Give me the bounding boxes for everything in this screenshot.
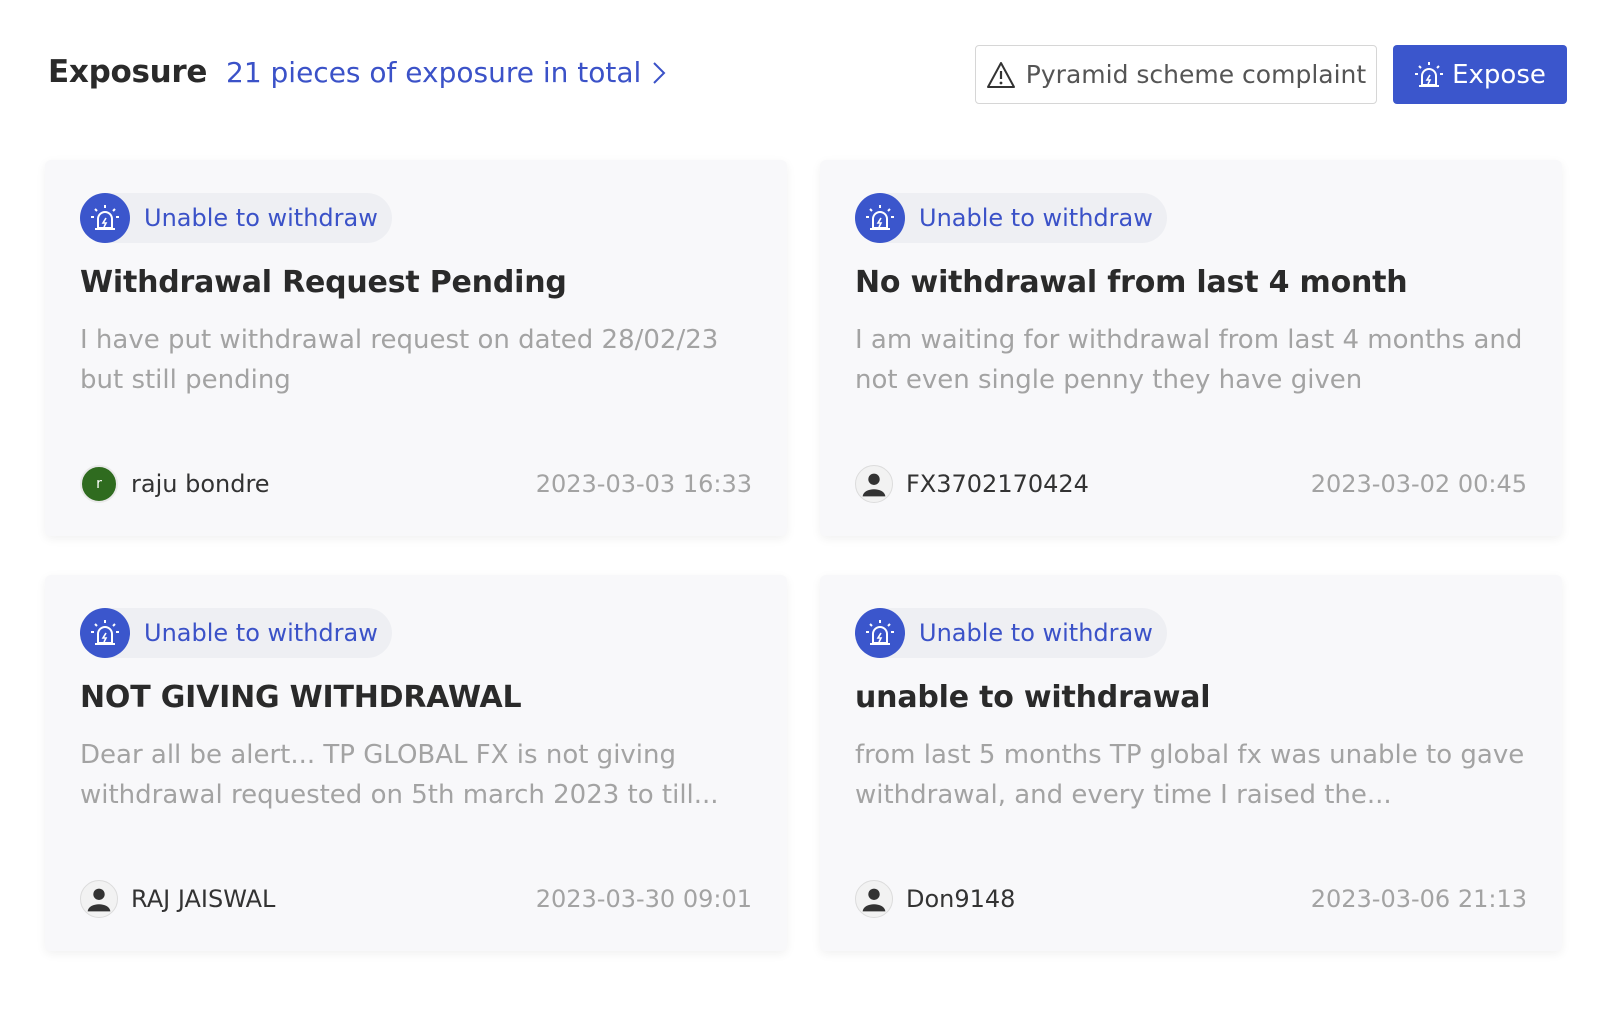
card-author: Don9148 bbox=[855, 879, 1015, 919]
card-title: Withdrawal Request Pending bbox=[80, 265, 567, 300]
author-name: FX3702170424 bbox=[906, 470, 1089, 498]
avatar: r bbox=[80, 465, 118, 503]
exposure-card[interactable]: Unable to withdraw NOT GIVING WITHDRAWAL… bbox=[45, 575, 787, 951]
card-author: FX3702170424 bbox=[855, 464, 1089, 504]
user-avatar-icon bbox=[80, 880, 118, 918]
category-tag-label: Unable to withdraw bbox=[919, 204, 1153, 232]
category-tag-label: Unable to withdraw bbox=[144, 204, 378, 232]
category-tag: Unable to withdraw bbox=[80, 193, 392, 243]
expose-button-label: Expose bbox=[1452, 59, 1546, 90]
total-exposure-label: 21 pieces of exposure in total bbox=[226, 56, 642, 89]
alarm-icon bbox=[855, 608, 905, 658]
complaint-button-label: Pyramid scheme complaint bbox=[1025, 60, 1367, 89]
exposure-card[interactable]: Unable to withdraw Withdrawal Request Pe… bbox=[45, 160, 787, 536]
card-description: I have put withdrawal request on dated 2… bbox=[80, 325, 719, 395]
card-description: Dear all be alert... TP GLOBAL FX is not… bbox=[80, 740, 719, 810]
category-tag-label: Unable to withdraw bbox=[919, 619, 1153, 647]
card-author: RAJ JAISWAL bbox=[80, 879, 275, 919]
exposure-card[interactable]: Unable to withdraw unable to withdrawal … bbox=[820, 575, 1562, 951]
alarm-icon bbox=[855, 193, 905, 243]
user-avatar-icon bbox=[855, 880, 893, 918]
author-name: raju bondre bbox=[131, 470, 270, 498]
category-tag: Unable to withdraw bbox=[855, 193, 1167, 243]
card-title: unable to withdrawal bbox=[855, 680, 1211, 715]
card-date: 2023-03-03 16:33 bbox=[535, 470, 752, 498]
user-avatar-icon bbox=[855, 465, 893, 503]
pyramid-scheme-complaint-button[interactable]: Pyramid scheme complaint bbox=[975, 45, 1377, 104]
author-name: RAJ JAISWAL bbox=[131, 885, 276, 913]
card-date: 2023-03-06 21:13 bbox=[1310, 885, 1527, 913]
category-tag: Unable to withdraw bbox=[80, 608, 392, 658]
category-tag-label: Unable to withdraw bbox=[144, 619, 378, 647]
alarm-icon bbox=[80, 608, 130, 658]
chevron-right-icon bbox=[653, 61, 666, 84]
alarm-icon bbox=[1415, 61, 1444, 87]
card-description: I am waiting for withdrawal from last 4 … bbox=[855, 325, 1523, 395]
exposure-card[interactable]: Unable to withdraw No withdrawal from la… bbox=[820, 160, 1562, 536]
card-date: 2023-03-02 00:45 bbox=[1310, 470, 1527, 498]
expose-button[interactable]: Expose bbox=[1393, 45, 1567, 104]
category-tag: Unable to withdraw bbox=[855, 608, 1167, 658]
card-title: No withdrawal from last 4 month bbox=[855, 265, 1408, 300]
card-author: r raju bondre bbox=[80, 464, 270, 504]
alarm-icon bbox=[80, 193, 130, 243]
exposure-section: Exposure 21 pieces of exposure in total … bbox=[0, 0, 1604, 1024]
card-date: 2023-03-30 09:01 bbox=[535, 885, 752, 913]
total-exposure-link[interactable]: 21 pieces of exposure in total bbox=[226, 56, 667, 89]
warning-icon bbox=[986, 61, 1015, 88]
card-title: NOT GIVING WITHDRAWAL bbox=[80, 680, 522, 715]
author-name: Don9148 bbox=[906, 885, 1016, 913]
card-description: from last 5 months TP global fx was unab… bbox=[855, 740, 1525, 810]
section-title: Exposure bbox=[48, 54, 208, 90]
